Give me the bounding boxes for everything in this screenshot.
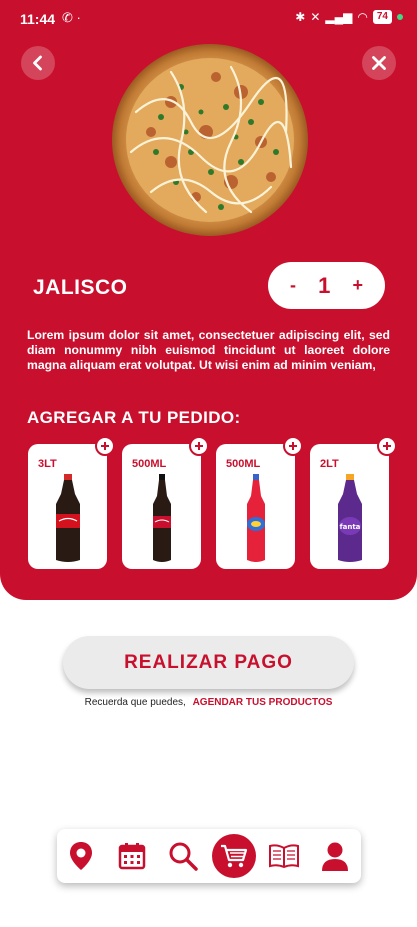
nav-search[interactable] xyxy=(165,838,201,874)
bluetooth-icon: ✱ xyxy=(295,10,306,24)
chevron-left-icon xyxy=(33,55,42,71)
product-description: Lorem ipsum dolor sit amet, consectetuer… xyxy=(27,328,390,373)
reminder-text: Recuerda que puedes, xyxy=(84,697,186,708)
nav-location[interactable] xyxy=(63,838,99,874)
cart-icon xyxy=(221,844,248,868)
status-icons: ✱ ✕ ▂▄▆ ◠ 74 xyxy=(295,10,403,24)
nav-profile[interactable] xyxy=(317,838,353,874)
add-addon-button[interactable] xyxy=(377,436,397,456)
addon-card-fanta-red-500ml[interactable]: 500ML xyxy=(216,436,303,569)
plus-icon xyxy=(195,442,203,450)
status-time: 11:44 xyxy=(20,11,56,27)
schedule-reminder: Recuerda que puedes, AGENDAR TUS PRODUCT… xyxy=(0,697,417,708)
product-title: JALISCO xyxy=(33,276,128,299)
addon-card-fanta-grape-2lt[interactable]: 2LT fanta xyxy=(310,436,397,569)
signal-icon: ▂▄▆ xyxy=(325,10,353,24)
battery-level: 74 xyxy=(372,10,392,24)
schedule-products-link[interactable]: AGENDAR TUS PRODUCTOS xyxy=(193,697,333,708)
pizza-image xyxy=(112,44,308,236)
decrease-quantity-button[interactable]: - xyxy=(290,275,296,296)
plus-icon xyxy=(289,442,297,450)
addon-size-label: 2LT xyxy=(320,458,339,470)
back-button[interactable] xyxy=(21,46,55,80)
mute-icon: ✕ xyxy=(310,10,321,24)
addon-size-label: 500ML xyxy=(226,458,261,470)
calendar-icon xyxy=(118,843,146,870)
addon-size-label: 500ML xyxy=(132,458,167,470)
bottom-navbar xyxy=(57,829,361,883)
whatsapp-notification-icon: ✆ · xyxy=(62,10,81,25)
svg-text:fanta: fanta xyxy=(340,523,361,531)
nav-cart[interactable] xyxy=(212,834,256,878)
profile-icon xyxy=(322,842,348,871)
close-icon xyxy=(372,56,386,70)
status-bar: 11:44 ✆ · ✱ ✕ ▂▄▆ ◠ 74 xyxy=(0,8,417,30)
add-addon-button[interactable] xyxy=(95,436,115,456)
fanta-red-bottle-icon xyxy=(247,474,265,562)
plus-icon xyxy=(383,442,391,450)
plus-icon xyxy=(101,442,109,450)
nav-menu-book[interactable] xyxy=(266,838,302,874)
coca-cola-zero-bottle-icon xyxy=(153,474,171,562)
increase-quantity-button[interactable]: + xyxy=(352,275,363,296)
fanta-grape-bottle-icon: fanta xyxy=(338,474,362,562)
addons-section-title: AGREGAR A TU PEDIDO: xyxy=(27,408,241,427)
add-addon-button[interactable] xyxy=(189,436,209,456)
wifi-icon: ◠ xyxy=(357,10,368,24)
close-button[interactable] xyxy=(362,46,396,80)
location-icon xyxy=(70,842,92,870)
search-icon xyxy=(169,842,198,871)
quantity-value: 1 xyxy=(318,272,331,298)
nav-calendar[interactable] xyxy=(114,838,150,874)
addon-card-coca-cola-3lt[interactable]: 3LT xyxy=(28,436,115,569)
add-addon-button[interactable] xyxy=(283,436,303,456)
addon-card-coca-cola-zero-500ml[interactable]: 500ML xyxy=(122,436,209,569)
coca-cola-bottle-icon xyxy=(56,474,80,562)
product-detail-screen: 11:44 ✆ · ✱ ✕ ▂▄▆ ◠ 74 JALISCO - 1 + Lor… xyxy=(0,0,417,927)
quantity-stepper: - 1 + xyxy=(268,262,385,309)
checkout-button[interactable]: REALIZAR PAGO xyxy=(63,636,354,689)
privacy-indicator-dot xyxy=(397,14,403,20)
menu-book-icon xyxy=(269,844,299,869)
addon-size-label: 3LT xyxy=(38,458,57,470)
